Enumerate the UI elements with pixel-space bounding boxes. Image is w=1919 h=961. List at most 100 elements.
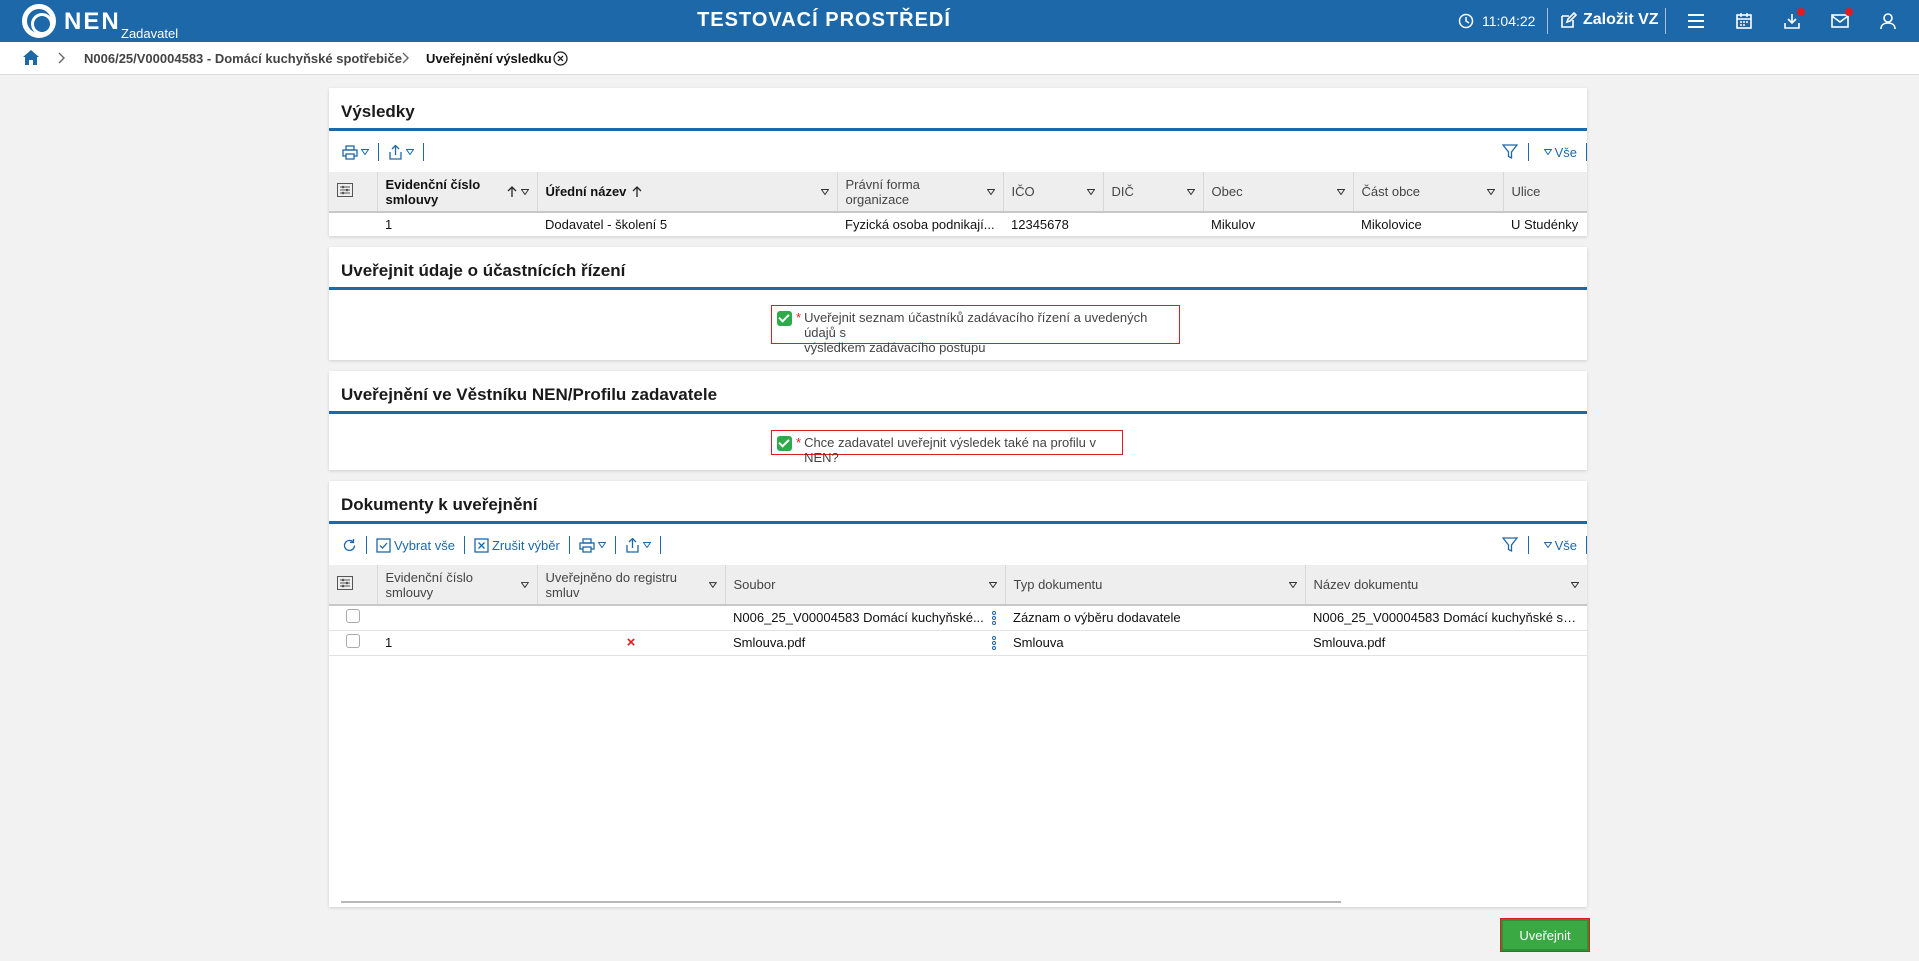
menu-icon[interactable]: [1685, 10, 1707, 32]
caret-down-icon: [1543, 542, 1552, 548]
more-vertical-icon[interactable]: [991, 635, 997, 651]
cell-doc-type: Smlouva: [1005, 630, 1305, 656]
column-header-file[interactable]: Soubor: [725, 565, 1006, 606]
column-header-doc-type[interactable]: Typ dokumentu: [1005, 565, 1306, 606]
toolbar-separator: [423, 143, 424, 161]
refresh-button[interactable]: [337, 538, 362, 553]
column-header-doc-name[interactable]: Název dokumentu: [1305, 565, 1587, 606]
file-name[interactable]: Smlouva.pdf: [733, 635, 805, 650]
printer-icon: [342, 144, 358, 160]
export-icon: [389, 144, 402, 160]
user-icon[interactable]: [1877, 10, 1899, 32]
results-title: Výsledky: [341, 102, 415, 121]
calendar-icon[interactable]: [1733, 10, 1755, 32]
column-header-evidence[interactable]: Evidenční číslo smlouvy: [377, 172, 538, 213]
column-filter-icon[interactable]: [1571, 581, 1579, 588]
column-filter-icon[interactable]: [820, 188, 829, 195]
breadcrumb-item-current: Uveřejnění výsledku: [426, 51, 552, 66]
filter-all-button[interactable]: Vše: [1539, 538, 1582, 553]
column-filter-icon[interactable]: [1288, 581, 1297, 588]
column-filter-icon[interactable]: [1186, 188, 1195, 195]
toolbar-separator: [568, 536, 570, 554]
filter-icon[interactable]: [1501, 537, 1518, 553]
toolbar-separator: [659, 536, 661, 554]
panel-divider: [329, 411, 1587, 414]
export-icon: [626, 537, 639, 553]
cancel-selection-button[interactable]: Zrušit výběr: [469, 538, 565, 553]
column-header-evidence[interactable]: Evidenční číslo smlouvy: [377, 565, 538, 606]
caret-down-icon: [361, 149, 369, 155]
notification-dot: [1797, 8, 1805, 16]
column-settings[interactable]: [329, 172, 378, 213]
column-filter-icon[interactable]: [988, 581, 997, 588]
new-vz-button[interactable]: Založit VZ: [1560, 11, 1659, 29]
publish-participants-checkbox[interactable]: [777, 311, 792, 326]
column-header-official-name[interactable]: Úřední název: [537, 172, 838, 213]
documents-filter-tools: Vše: [1501, 531, 1587, 559]
filter-icon[interactable]: [1501, 144, 1518, 160]
toolbar-separator: [366, 536, 367, 554]
table-row[interactable]: N006_25_V00004583 Domácí kuchyňské... Zá…: [329, 605, 1587, 631]
column-header-street[interactable]: Ulice: [1503, 172, 1587, 213]
mail-icon[interactable]: [1829, 8, 1853, 32]
column-filter-icon[interactable]: [708, 581, 717, 588]
export-button[interactable]: [620, 537, 656, 553]
column-header-dic[interactable]: DIČ: [1103, 172, 1204, 213]
column-settings-icon: [337, 576, 353, 590]
row-select-checkbox[interactable]: [346, 634, 360, 648]
publish-button[interactable]: Uveřejnit: [1500, 918, 1590, 952]
cell-doc-name: Smlouva.pdf: [1305, 630, 1587, 656]
column-filter-icon[interactable]: [1486, 188, 1495, 195]
column-header-ico[interactable]: IČO: [1003, 172, 1104, 213]
print-button[interactable]: [574, 537, 611, 553]
table-row[interactable]: 1 Dodavatel - školení 5 Fyzická osoba po…: [329, 212, 1587, 238]
column-settings-icon: [337, 183, 353, 197]
checkbox-checked-icon: [376, 537, 391, 553]
select-all-button[interactable]: Vybrat vše: [371, 538, 460, 553]
caret-down-icon: [597, 542, 606, 548]
print-button[interactable]: [337, 144, 374, 160]
filter-all-label: Vše: [1554, 537, 1577, 553]
row-select-checkbox[interactable]: [346, 609, 360, 624]
edit-icon: [1561, 11, 1577, 28]
close-circle-icon[interactable]: [553, 51, 568, 66]
home-icon[interactable]: [22, 49, 40, 66]
column-header-registry[interactable]: Uveřejněno do registru smluv: [537, 565, 726, 606]
column-filter-icon[interactable]: [986, 188, 995, 195]
download-icon[interactable]: [1781, 8, 1805, 32]
bulletin-title: Uveřejnění ve Věstníku NEN/Profilu zadav…: [341, 385, 718, 404]
column-header-legal-form[interactable]: Právní forma organizace: [837, 172, 1004, 213]
chevron-right-icon: [402, 52, 409, 64]
publish-profile-checkbox[interactable]: [777, 436, 792, 451]
filter-all-button[interactable]: Vše: [1539, 145, 1582, 160]
caret-down-icon: [406, 149, 414, 155]
column-filter-icon[interactable]: [1086, 188, 1095, 195]
cell-evidence: [377, 605, 537, 631]
more-vertical-icon[interactable]: [991, 610, 997, 626]
table-header-row: Evidenční číslo smlouvy Uveřejněno do re…: [329, 565, 1587, 606]
column-settings[interactable]: [329, 565, 378, 606]
column-header-district[interactable]: Část obce: [1353, 172, 1504, 213]
horizontal-scrollbar[interactable]: [341, 901, 1341, 903]
checkbox-cross-icon: [474, 537, 489, 553]
publish-profile-field[interactable]: * Chce zadavatel uveřejnit výsledek také…: [771, 430, 1123, 465]
documents-panel: Dokumenty k uveřejnění Vybrat vše Zrušit…: [329, 481, 1587, 907]
file-name[interactable]: N006_25_V00004583 Domácí kuchyňské...: [733, 610, 984, 625]
column-filter-icon[interactable]: [520, 581, 529, 588]
column-header-municipality[interactable]: Obec: [1203, 172, 1354, 213]
publish-participants-label: Uveřejnit seznam účastníků zadávacího ří…: [804, 310, 1148, 355]
export-button[interactable]: [383, 144, 419, 160]
panel-divider: [329, 128, 1587, 131]
publish-participants-field[interactable]: * Uveřejnit seznam účastníků zadávacího …: [771, 305, 1180, 355]
column-filter-icon[interactable]: [1336, 188, 1345, 195]
column-filter-icon[interactable]: [520, 188, 529, 195]
toolbar-separator: [378, 143, 379, 161]
sort-up-icon: [507, 185, 516, 197]
breadcrumb-item-procurement[interactable]: N006/25/V00004583 - Domácí kuchyňské spo…: [84, 51, 402, 66]
panel-divider: [329, 287, 1587, 290]
toolbar-separator: [1527, 143, 1529, 161]
cell-evidence: 1: [377, 212, 537, 238]
results-panel: Výsledky Vše Evidenční číslo smlouvy Úře…: [329, 88, 1587, 238]
table-row[interactable]: 1 × Smlouva.pdf Smlouva Smlouva.pdf: [329, 630, 1587, 656]
publish-profile-label: Chce zadavatel uveřejnit výsledek také n…: [804, 435, 1096, 465]
